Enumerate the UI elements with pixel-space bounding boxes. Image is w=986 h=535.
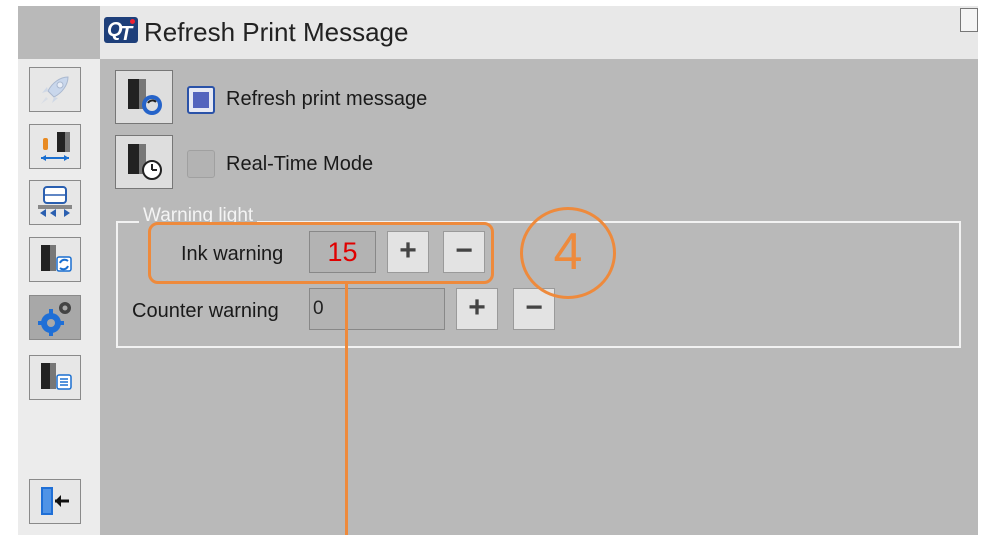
real-time-mode-button[interactable] (115, 135, 173, 189)
sidebar-item-printhead-distance[interactable] (29, 124, 81, 169)
sidebar-item-conveyor[interactable] (29, 180, 81, 225)
page-title: Refresh Print Message (144, 17, 409, 47)
window-corner-button[interactable] (960, 8, 978, 32)
printer-settings-icon (41, 362, 72, 390)
printhead-distance-icon (41, 131, 70, 161)
settings-gear-icon (38, 301, 71, 336)
refresh-print-message-checkbox[interactable] (187, 86, 215, 114)
qt-logo: QT (104, 17, 138, 44)
annotation-leader-line (345, 284, 348, 535)
counter-warning-label: Counter warning (132, 300, 279, 322)
counter-warning-plus-button[interactable]: + (456, 288, 498, 330)
sidebar-item-rocket[interactable] (29, 67, 81, 112)
annotation-number-circle: 4 (520, 207, 616, 299)
refresh-printer-icon (128, 79, 162, 115)
real-time-mode-label: Real-Time Mode (226, 153, 374, 175)
printer-clock-icon (128, 144, 162, 180)
annotation-highlight-box (148, 222, 494, 284)
exit-icon (41, 486, 69, 515)
real-time-mode-checkbox[interactable] (187, 150, 215, 178)
sidebar-item-settings[interactable] (29, 295, 81, 340)
title-bar: QT Refresh Print Message (100, 6, 978, 59)
conveyor-icon (38, 185, 72, 217)
sidebar-item-printer-settings[interactable] (29, 355, 81, 400)
sidebar-item-refresh-printer[interactable] (29, 237, 81, 282)
sidebar-item-exit[interactable] (29, 479, 81, 524)
rocket-icon (41, 75, 69, 104)
refresh-print-message-button[interactable] (115, 70, 173, 124)
counter-warning-field[interactable]: 0 (309, 288, 445, 330)
refresh-printer-icon (41, 244, 72, 272)
main-panel: Refresh print message Real-Time Mode War… (100, 59, 978, 535)
sidebar (18, 59, 100, 535)
refresh-print-message-label: Refresh print message (226, 88, 428, 110)
